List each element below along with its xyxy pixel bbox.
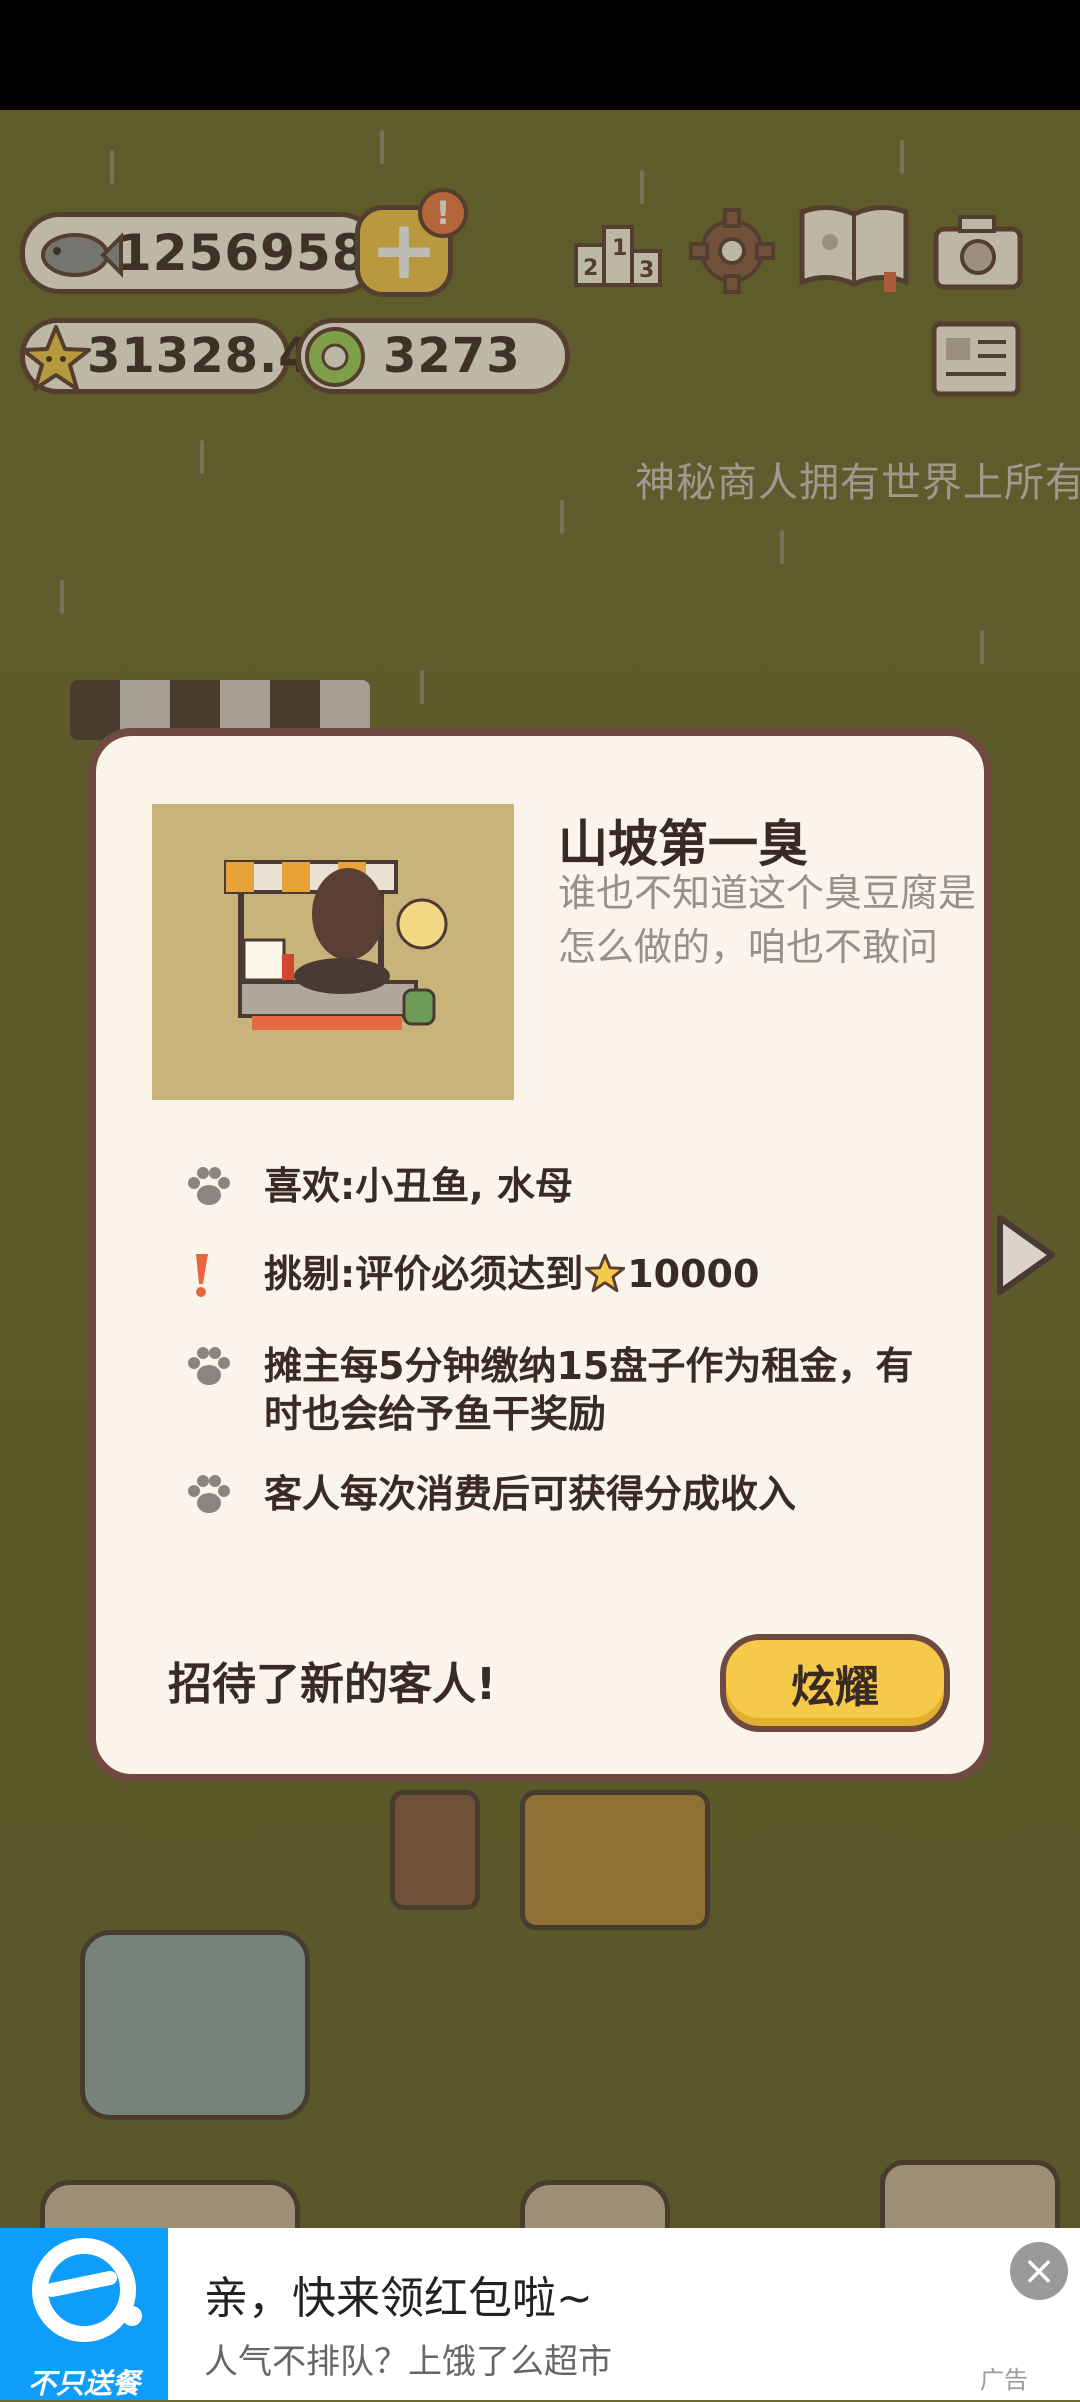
ad-banner[interactable]: 不只送餐 亲，快来领红包啦~ 人气不排队？上饿了么超市 ×	[0, 2228, 1080, 2400]
picky-row: 挑剔:评价必须达到 10000	[186, 1250, 759, 1300]
likes-text: 喜欢:小丑鱼, 水母	[264, 1164, 573, 1208]
paw-icon	[186, 1162, 246, 1212]
ad-logo-text: 不只送餐	[28, 2367, 141, 2400]
picky-text: 挑剔:评价必须达到 10000	[264, 1250, 759, 1298]
rent-row: 摊主每5分钟缴纳15盘子作为租金，有时也会给予鱼干奖励	[186, 1342, 924, 1438]
likes-row: 喜欢:小丑鱼, 水母	[186, 1162, 573, 1212]
customer-info-dialog: 山坡第一臭 谁也不知道这个臭豆腐是怎么做的，咱也不敢问 喜欢:小丑鱼, 水母 挑…	[88, 728, 992, 1782]
ad-title: 亲，快来领红包啦~	[204, 2273, 593, 2324]
customer-description: 谁也不知道这个臭豆腐是怎么做的，咱也不敢问	[558, 871, 977, 969]
revenue-text: 客人每次消费后可获得分成收入	[264, 1472, 797, 1516]
status-bar	[0, 0, 1080, 110]
picky-threshold: 10000	[627, 1252, 760, 1296]
exclamation-icon	[186, 1250, 246, 1300]
star-icon	[584, 1253, 626, 1293]
next-page-arrow[interactable]	[990, 1212, 1060, 1298]
picky-label: 挑剔:评价必须达到	[264, 1252, 584, 1296]
revenue-row: 客人每次消费后可获得分成收入	[186, 1470, 796, 1520]
customer-portrait	[152, 804, 514, 1100]
tofu-stall-illustration	[224, 860, 448, 1030]
eleme-logo: 不只送餐	[0, 2228, 168, 2400]
paw-icon	[186, 1342, 246, 1392]
close-ad-icon[interactable]: ×	[1010, 2242, 1068, 2300]
ad-label: 广告	[980, 2366, 1028, 2394]
rent-text: 摊主每5分钟缴纳15盘子作为租金，有时也会给予鱼干奖励	[264, 1344, 914, 1436]
ad-subtitle: 人气不排队？上饿了么超市	[204, 2342, 612, 2382]
show-off-button[interactable]: 炫耀	[720, 1634, 950, 1732]
new-customer-text: 招待了新的客人!	[168, 1659, 497, 1710]
paw-icon	[186, 1470, 246, 1520]
